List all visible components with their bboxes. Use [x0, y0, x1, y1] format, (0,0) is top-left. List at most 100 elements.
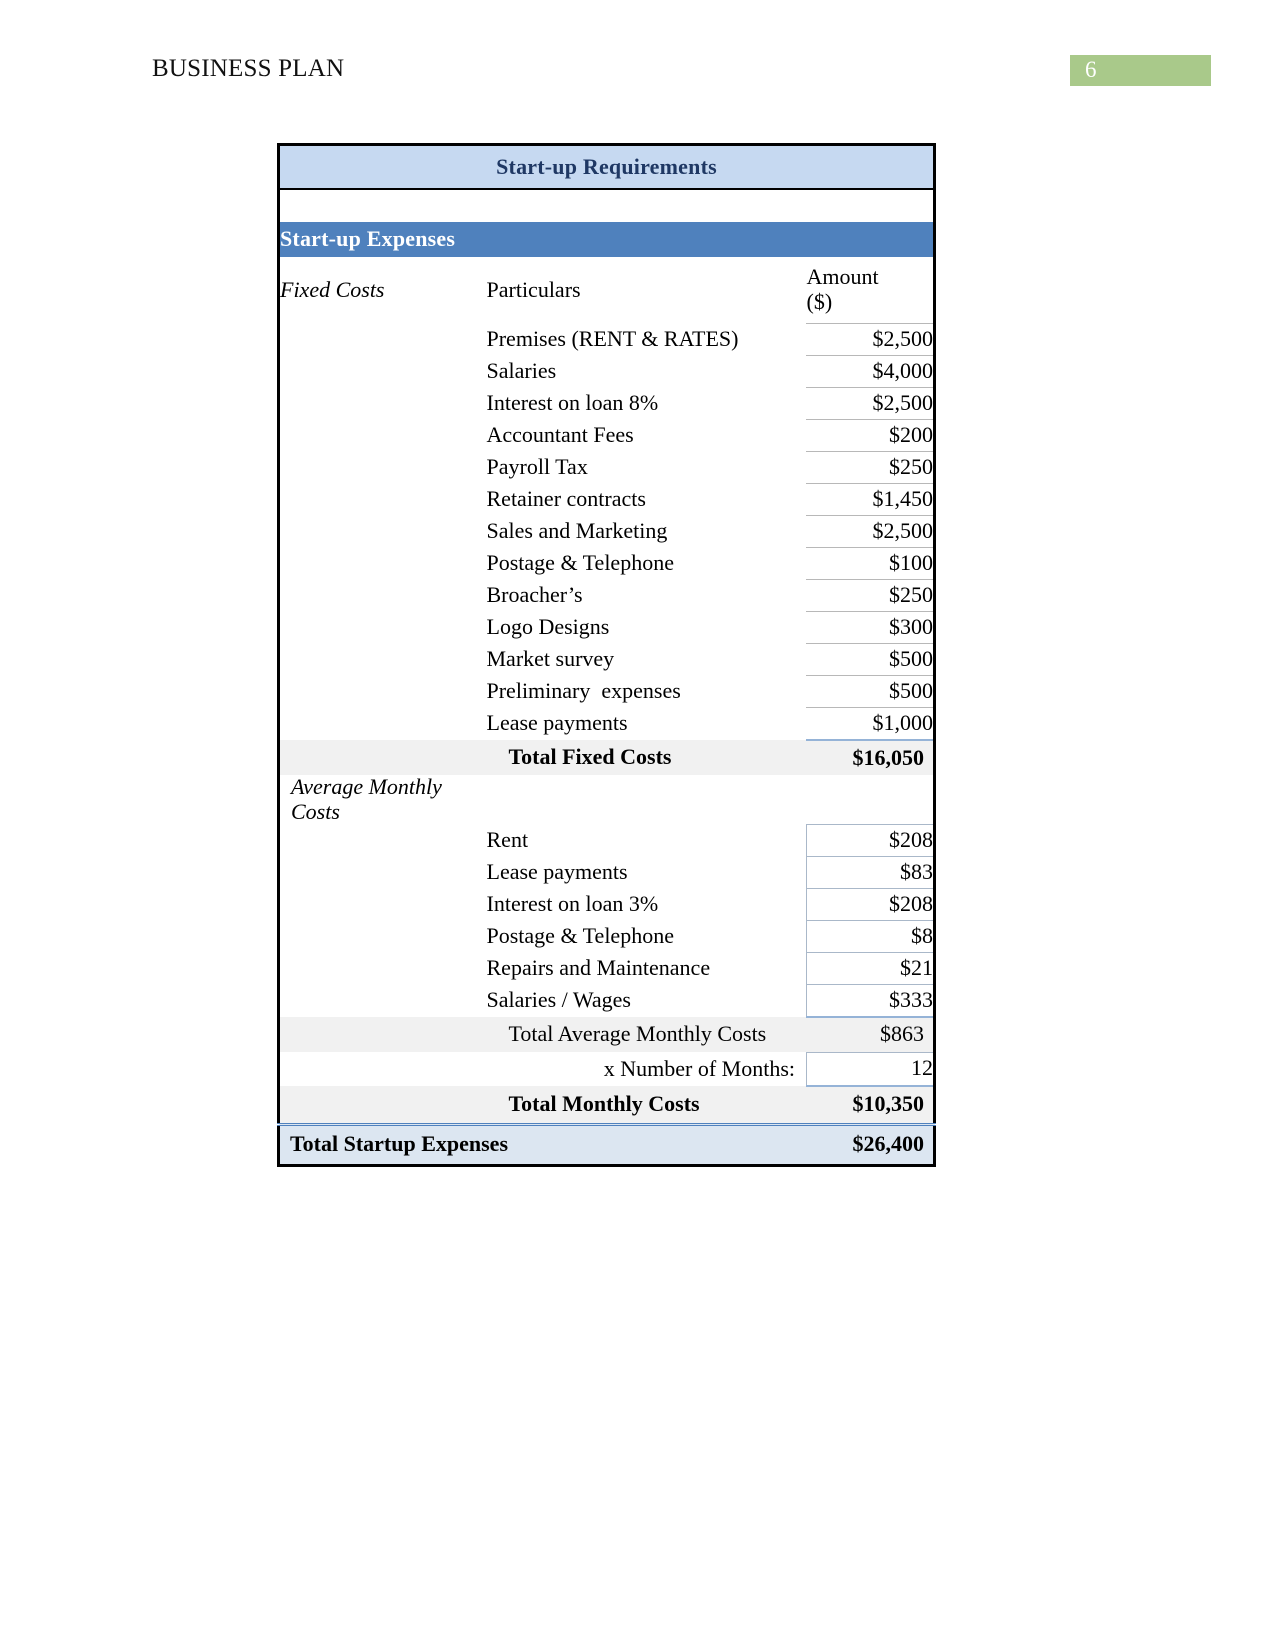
- table-title: Start-up Requirements: [278, 144, 935, 190]
- table-row: Logo Designs $300: [279, 611, 935, 644]
- row-spacer-cell: [279, 644, 487, 676]
- total-average-monthly-costs-row: Total Average Monthly Costs $863: [278, 1015, 935, 1053]
- page-number-badge: 6: [1070, 55, 1211, 86]
- table-row: Broacher’s $250: [279, 579, 935, 612]
- row-label: Interest on loan 3%: [486, 890, 659, 916]
- row-spacer-cell: [279, 952, 487, 984]
- row-label: Logo Designs: [486, 614, 610, 640]
- row-amount: $2,500: [806, 387, 935, 420]
- total-fixed-spacer: [278, 740, 487, 775]
- row-spacer-cell: [279, 580, 487, 612]
- row-amount: $208: [806, 823, 935, 857]
- total-average-monthly-costs-label: Total Average Monthly Costs: [486, 1016, 807, 1053]
- row-spacer-cell: [279, 356, 487, 388]
- table-row: Salaries / Wages $333: [279, 983, 935, 1018]
- row-amount: $250: [806, 579, 935, 612]
- total-startup-expenses-row: Total Startup Expenses $26,400: [278, 1122, 935, 1166]
- row-amount: $100: [806, 547, 935, 580]
- row-label: Preliminary expenses: [486, 678, 681, 704]
- row-spacer-cell: [279, 420, 487, 452]
- row-amount: $300: [806, 611, 935, 644]
- row-label: Salaries: [486, 358, 557, 384]
- row-spacer-cell: [279, 388, 487, 420]
- row-spacer-cell: [279, 888, 487, 920]
- row-label: Interest on loan 8%: [486, 390, 659, 416]
- row-amount: $1,450: [806, 483, 935, 516]
- table-row: Rent $208: [279, 823, 935, 857]
- row-amount: $250: [806, 451, 935, 484]
- page-header: BUSINESS PLAN 6: [0, 0, 1275, 110]
- number-of-months-label: x Number of Months:: [603, 1055, 795, 1081]
- row-label: Rent: [486, 826, 529, 852]
- total-startup-expenses-label: Total Startup Expenses: [278, 1122, 807, 1166]
- row-spacer-cell: [279, 856, 487, 888]
- row-spacer-cell: [279, 984, 487, 1017]
- total-monthly-costs-label: Total Monthly Costs: [486, 1085, 807, 1125]
- table-row: Lease payments $1,000: [279, 707, 935, 741]
- row-amount: $21: [806, 951, 935, 985]
- table-row: Postage & Telephone $8: [279, 919, 935, 953]
- column-header-amount: Amount ($): [806, 264, 879, 314]
- row-label: Repairs and Maintenance: [486, 954, 711, 980]
- row-amount: $2,500: [806, 515, 935, 548]
- row-label: Accountant Fees: [486, 422, 634, 448]
- table-row: Repairs and Maintenance $21: [279, 951, 935, 985]
- total-fixed-costs-row: Total Fixed Costs $16,050: [278, 739, 935, 775]
- group-label-fixed-costs: Fixed Costs: [280, 276, 385, 302]
- row-spacer-cell: [279, 324, 487, 356]
- startup-requirements-table: Start-up Requirements Start-up Expenses Fi…: [277, 143, 936, 1167]
- row-label: Salaries / Wages: [486, 987, 631, 1013]
- months-spacer: [279, 1052, 487, 1086]
- row-label: Retainer contracts: [486, 486, 646, 512]
- row-amount: $500: [806, 675, 935, 708]
- table-row: Lease payments $83: [279, 855, 935, 889]
- row-spacer-cell: [279, 920, 487, 952]
- column-header-row: Fixed Costs Particulars Amount ($): [279, 257, 935, 324]
- row-spacer-cell: [279, 452, 487, 484]
- table-spacer-row: [278, 189, 935, 222]
- table-body: Start-up Requirements Start-up Expenses Fi…: [278, 144, 935, 1166]
- table-row: Postage & Telephone $100: [279, 547, 935, 580]
- column-header-particulars: Particulars: [486, 276, 581, 302]
- table-row: Interest on loan 3% $208: [279, 887, 935, 921]
- total-fixed-costs-label: Total Fixed Costs: [486, 740, 807, 775]
- total-startup-expenses-amount: $26,400: [806, 1122, 935, 1166]
- table-row: Interest on loan 8% $2,500: [279, 387, 935, 420]
- group-label-monthly-amt-spacer: [807, 775, 935, 824]
- total-average-monthly-costs-amount: $863: [806, 1015, 935, 1053]
- group-label-average-monthly-costs: Average Monthly Costs: [291, 774, 442, 824]
- row-spacer-cell: [279, 612, 487, 644]
- row-label: Payroll Tax: [486, 454, 588, 480]
- table-row: Payroll Tax $250: [279, 451, 935, 484]
- row-label: Lease payments: [486, 710, 628, 736]
- row-amount: $8: [806, 919, 935, 953]
- row-spacer-cell: [279, 676, 487, 708]
- total-fixed-costs-amount: $16,050: [806, 739, 935, 775]
- row-spacer-cell: [279, 516, 487, 548]
- document-title: BUSINESS PLAN: [152, 55, 345, 82]
- row-amount: $200: [806, 419, 935, 452]
- row-amount: $4,000: [806, 355, 935, 388]
- row-label: Postage & Telephone: [486, 550, 674, 576]
- section-band-row: Start-up Expenses: [278, 222, 935, 257]
- spacer-cell: [278, 189, 935, 222]
- row-amount: $500: [806, 643, 935, 676]
- row-label: Postage & Telephone: [486, 922, 674, 948]
- number-of-months-value: 12: [806, 1051, 935, 1087]
- row-label: Lease payments: [486, 858, 628, 884]
- table-title-row: Start-up Requirements: [278, 144, 935, 190]
- row-spacer-cell: [279, 824, 487, 856]
- group-label-monthly-spacer: [487, 775, 807, 824]
- total-avg-spacer: [278, 1016, 487, 1053]
- row-spacer-cell: [279, 708, 487, 741]
- row-spacer-cell: [279, 548, 487, 580]
- row-amount: $2,500: [806, 323, 935, 356]
- row-amount: $208: [806, 887, 935, 921]
- total-monthly-costs-row: Total Monthly Costs $10,350: [278, 1084, 935, 1125]
- row-amount: $1,000: [806, 707, 935, 741]
- row-label: Market survey: [486, 646, 615, 672]
- row-amount: $333: [806, 983, 935, 1018]
- row-spacer-cell: [279, 484, 487, 516]
- number-of-months-row: x Number of Months: 12: [279, 1051, 935, 1087]
- startup-requirements-table-wrap: Start-up Requirements Start-up Expenses Fi…: [277, 143, 936, 1167]
